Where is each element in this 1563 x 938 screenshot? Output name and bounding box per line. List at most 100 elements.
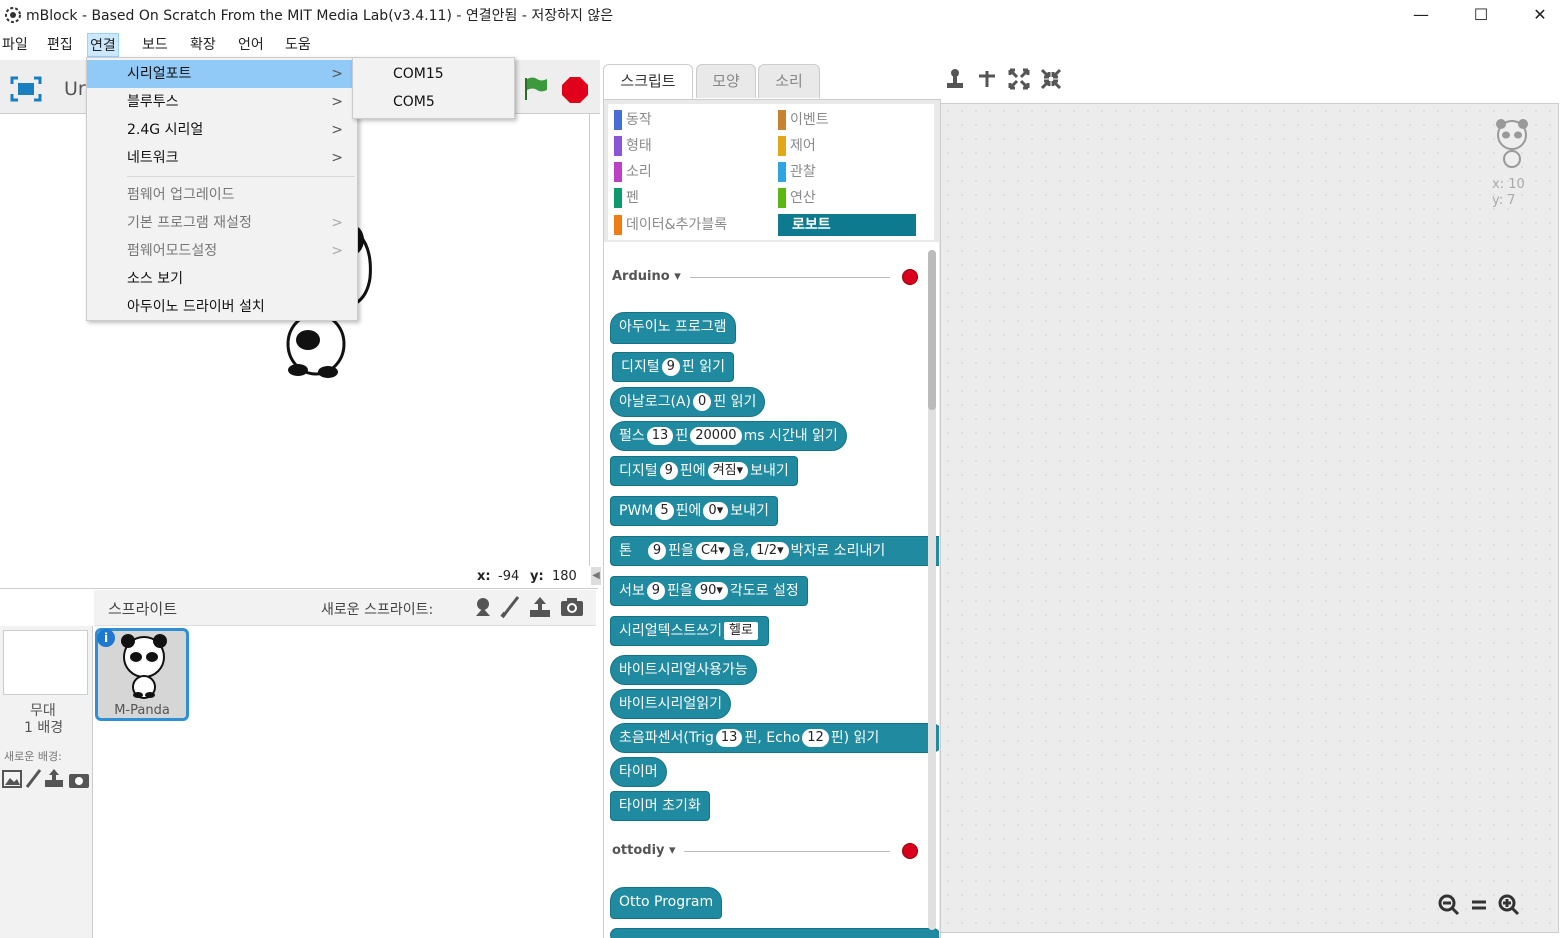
pin-input[interactable]: 9 — [647, 542, 667, 560]
note-dropdown[interactable]: C4▾ — [695, 542, 730, 560]
menu-item-com5[interactable]: COM5 — [353, 88, 514, 116]
menu-item-com15[interactable]: COM15 — [353, 60, 514, 88]
grow-icon[interactable] — [1008, 68, 1030, 90]
menu-help[interactable]: 도움 — [283, 33, 313, 57]
pin-input[interactable]: 9 — [661, 358, 680, 376]
window-title: mBlock - Based On Scratch From the MIT M… — [26, 8, 614, 24]
category-looks[interactable]: 형태 — [614, 135, 652, 157]
paint-backdrop-icon[interactable] — [24, 768, 42, 790]
project-title[interactable]: Ur — [64, 78, 86, 100]
menu-item-install-arduino-driver[interactable]: 아두이노 드라이버 설치 — [87, 293, 357, 321]
block-timer-reset[interactable]: 타이머 초기화 — [610, 791, 710, 821]
menu-file[interactable]: 파일 — [0, 33, 30, 57]
paint-brush-icon[interactable] — [500, 595, 520, 619]
menu-connect[interactable]: 연결 — [87, 33, 119, 57]
info-icon[interactable]: i — [97, 629, 115, 647]
script-area[interactable]: x: 10 y: 7 — [940, 103, 1559, 933]
value-dropdown[interactable]: 0▾ — [703, 502, 729, 520]
block-pwm-write[interactable]: PWM 5 핀에 0▾ 보내기 — [610, 496, 778, 526]
block-otto-program[interactable]: Otto Program — [610, 887, 723, 919]
category-sensing[interactable]: 관찰 — [778, 161, 816, 183]
category-motion[interactable]: 동작 — [614, 109, 652, 131]
section-ottodiy[interactable]: ottodiy ▾ — [612, 843, 676, 858]
category-pen[interactable]: 펜 — [614, 187, 639, 209]
menu-item-bluetooth[interactable]: 블루투스 > — [87, 88, 357, 116]
menu-language[interactable]: 언어 — [236, 33, 266, 57]
block-tone[interactable]: 톤 9 핀을 C4▾ 음, 1/2▾ 박자로 소리내기 — [610, 536, 939, 566]
fullscreen-icon[interactable] — [10, 76, 42, 102]
tab-scripts[interactable]: 스크립트 — [603, 64, 693, 100]
camera-backdrop-icon[interactable] — [68, 771, 90, 789]
pin-input[interactable]: 9 — [659, 462, 678, 480]
collapse-arrow-icon[interactable]: ◀ — [591, 567, 601, 585]
menu-item-network[interactable]: 네트워크 > — [87, 144, 357, 172]
block-servo[interactable]: 서보 9 핀을 90▾ 각도로 설정 — [610, 576, 808, 606]
block-byte-serial-read[interactable]: 바이트시리얼읽기 — [610, 689, 732, 719]
menu-edit[interactable]: 편집 — [45, 33, 75, 57]
level-dropdown[interactable]: 켜짐▾ — [707, 462, 749, 480]
menu-item-reset-default-program[interactable]: 기본 프로그램 재설정 > — [87, 209, 357, 237]
trig-input[interactable]: 13 — [715, 729, 743, 747]
menu-board[interactable]: 보드 — [140, 33, 170, 57]
text-input[interactable]: 헬로 — [724, 622, 758, 640]
close-button[interactable]: ✕ — [1517, 0, 1563, 30]
sprite-library-icon[interactable] — [472, 596, 494, 618]
block-digital-write[interactable]: 디지털 9 핀에 켜짐▾ 보내기 — [610, 456, 798, 486]
pin-input[interactable]: 9 — [646, 582, 666, 600]
menu-extensions[interactable]: 확장 — [188, 33, 218, 57]
zoom-in-icon[interactable] — [1498, 894, 1520, 916]
menu-item-serial-port[interactable]: 시리얼포트 > — [87, 60, 357, 88]
block-timer[interactable]: 타이머 — [610, 757, 667, 787]
upload-backdrop-icon[interactable] — [44, 768, 64, 788]
stage-thumbnail[interactable] — [3, 630, 88, 695]
backdrop-library-icon[interactable] — [2, 770, 22, 788]
block-serial-write[interactable]: 시리얼텍스트쓰기 헬로 — [610, 616, 769, 646]
menu-item-firmware-upgrade[interactable]: 펌웨어 업그레이드 — [87, 181, 357, 209]
menu-item-24g-serial[interactable]: 2.4G 시리얼 > — [87, 116, 357, 144]
scrollbar-thumb[interactable] — [928, 250, 936, 410]
shrink-icon[interactable] — [1040, 68, 1062, 90]
pin-input[interactable]: 0 — [693, 393, 712, 411]
x-value: -94 — [498, 569, 520, 584]
minimize-button[interactable]: — — [1398, 0, 1444, 30]
menu-item-firmware-mode[interactable]: 펌웨어모드설정 > — [87, 237, 357, 265]
pin-input[interactable]: 5 — [655, 502, 674, 520]
pin-input[interactable]: 13 — [646, 427, 674, 445]
green-flag-icon[interactable] — [520, 74, 548, 102]
block-text: 초음파센서(Trig — [619, 730, 714, 746]
upload-icon[interactable] — [528, 595, 552, 619]
category-control[interactable]: 제어 — [778, 135, 816, 157]
category-sound[interactable]: 소리 — [614, 161, 652, 183]
block-byte-serial-available[interactable]: 바이트시리얼사용가능 — [610, 655, 757, 685]
category-robots[interactable]: 로보트 — [778, 214, 916, 236]
block-arduino-program[interactable]: 아두이노 프로그램 — [610, 312, 736, 344]
beat-dropdown[interactable]: 1/2▾ — [751, 542, 789, 560]
stop-icon[interactable] — [561, 76, 589, 104]
tab-sounds[interactable]: 소리 — [758, 64, 820, 98]
category-data[interactable]: 데이터&추가블록 — [614, 214, 727, 236]
block-text: 펄스 — [619, 428, 645, 444]
chevron-right-icon: > — [331, 94, 343, 110]
palette-scrollbar[interactable] — [928, 250, 936, 930]
block-analog-read[interactable]: 아날로그(A) 0 핀 읽기 — [610, 387, 766, 417]
camera-icon[interactable] — [560, 597, 584, 617]
block-ultrasonic[interactable]: 초음파센서(Trig 13 핀, Echo 12 핀) 읽기 — [610, 723, 939, 753]
script-toolbar — [940, 64, 1563, 103]
section-arduino[interactable]: Arduino ▾ — [612, 269, 681, 284]
menu-item-view-source[interactable]: 소스 보기 — [87, 265, 357, 293]
block-digital-read[interactable]: 디지털 9 핀 읽기 — [612, 352, 735, 382]
tab-costumes[interactable]: 모양 — [696, 64, 756, 98]
maximize-button[interactable]: ☐ — [1458, 0, 1504, 30]
timeout-input[interactable]: 20000 — [690, 427, 742, 445]
echo-input[interactable]: 12 — [802, 729, 829, 747]
duplicate-stamp-icon[interactable] — [945, 68, 965, 90]
block-pulse-read[interactable]: 펄스 13 핀 20000 ms 시간내 읽기 — [610, 421, 847, 451]
block-partial[interactable] — [610, 928, 939, 938]
category-operators[interactable]: 연산 — [778, 187, 816, 209]
sprite-tile[interactable]: M-Panda i — [95, 628, 189, 721]
zoom-reset-icon[interactable] — [1469, 894, 1489, 916]
zoom-out-icon[interactable] — [1438, 894, 1460, 916]
delete-scissors-icon[interactable] — [976, 68, 998, 90]
angle-dropdown[interactable]: 90▾ — [694, 582, 728, 600]
category-events[interactable]: 이벤트 — [778, 109, 829, 131]
